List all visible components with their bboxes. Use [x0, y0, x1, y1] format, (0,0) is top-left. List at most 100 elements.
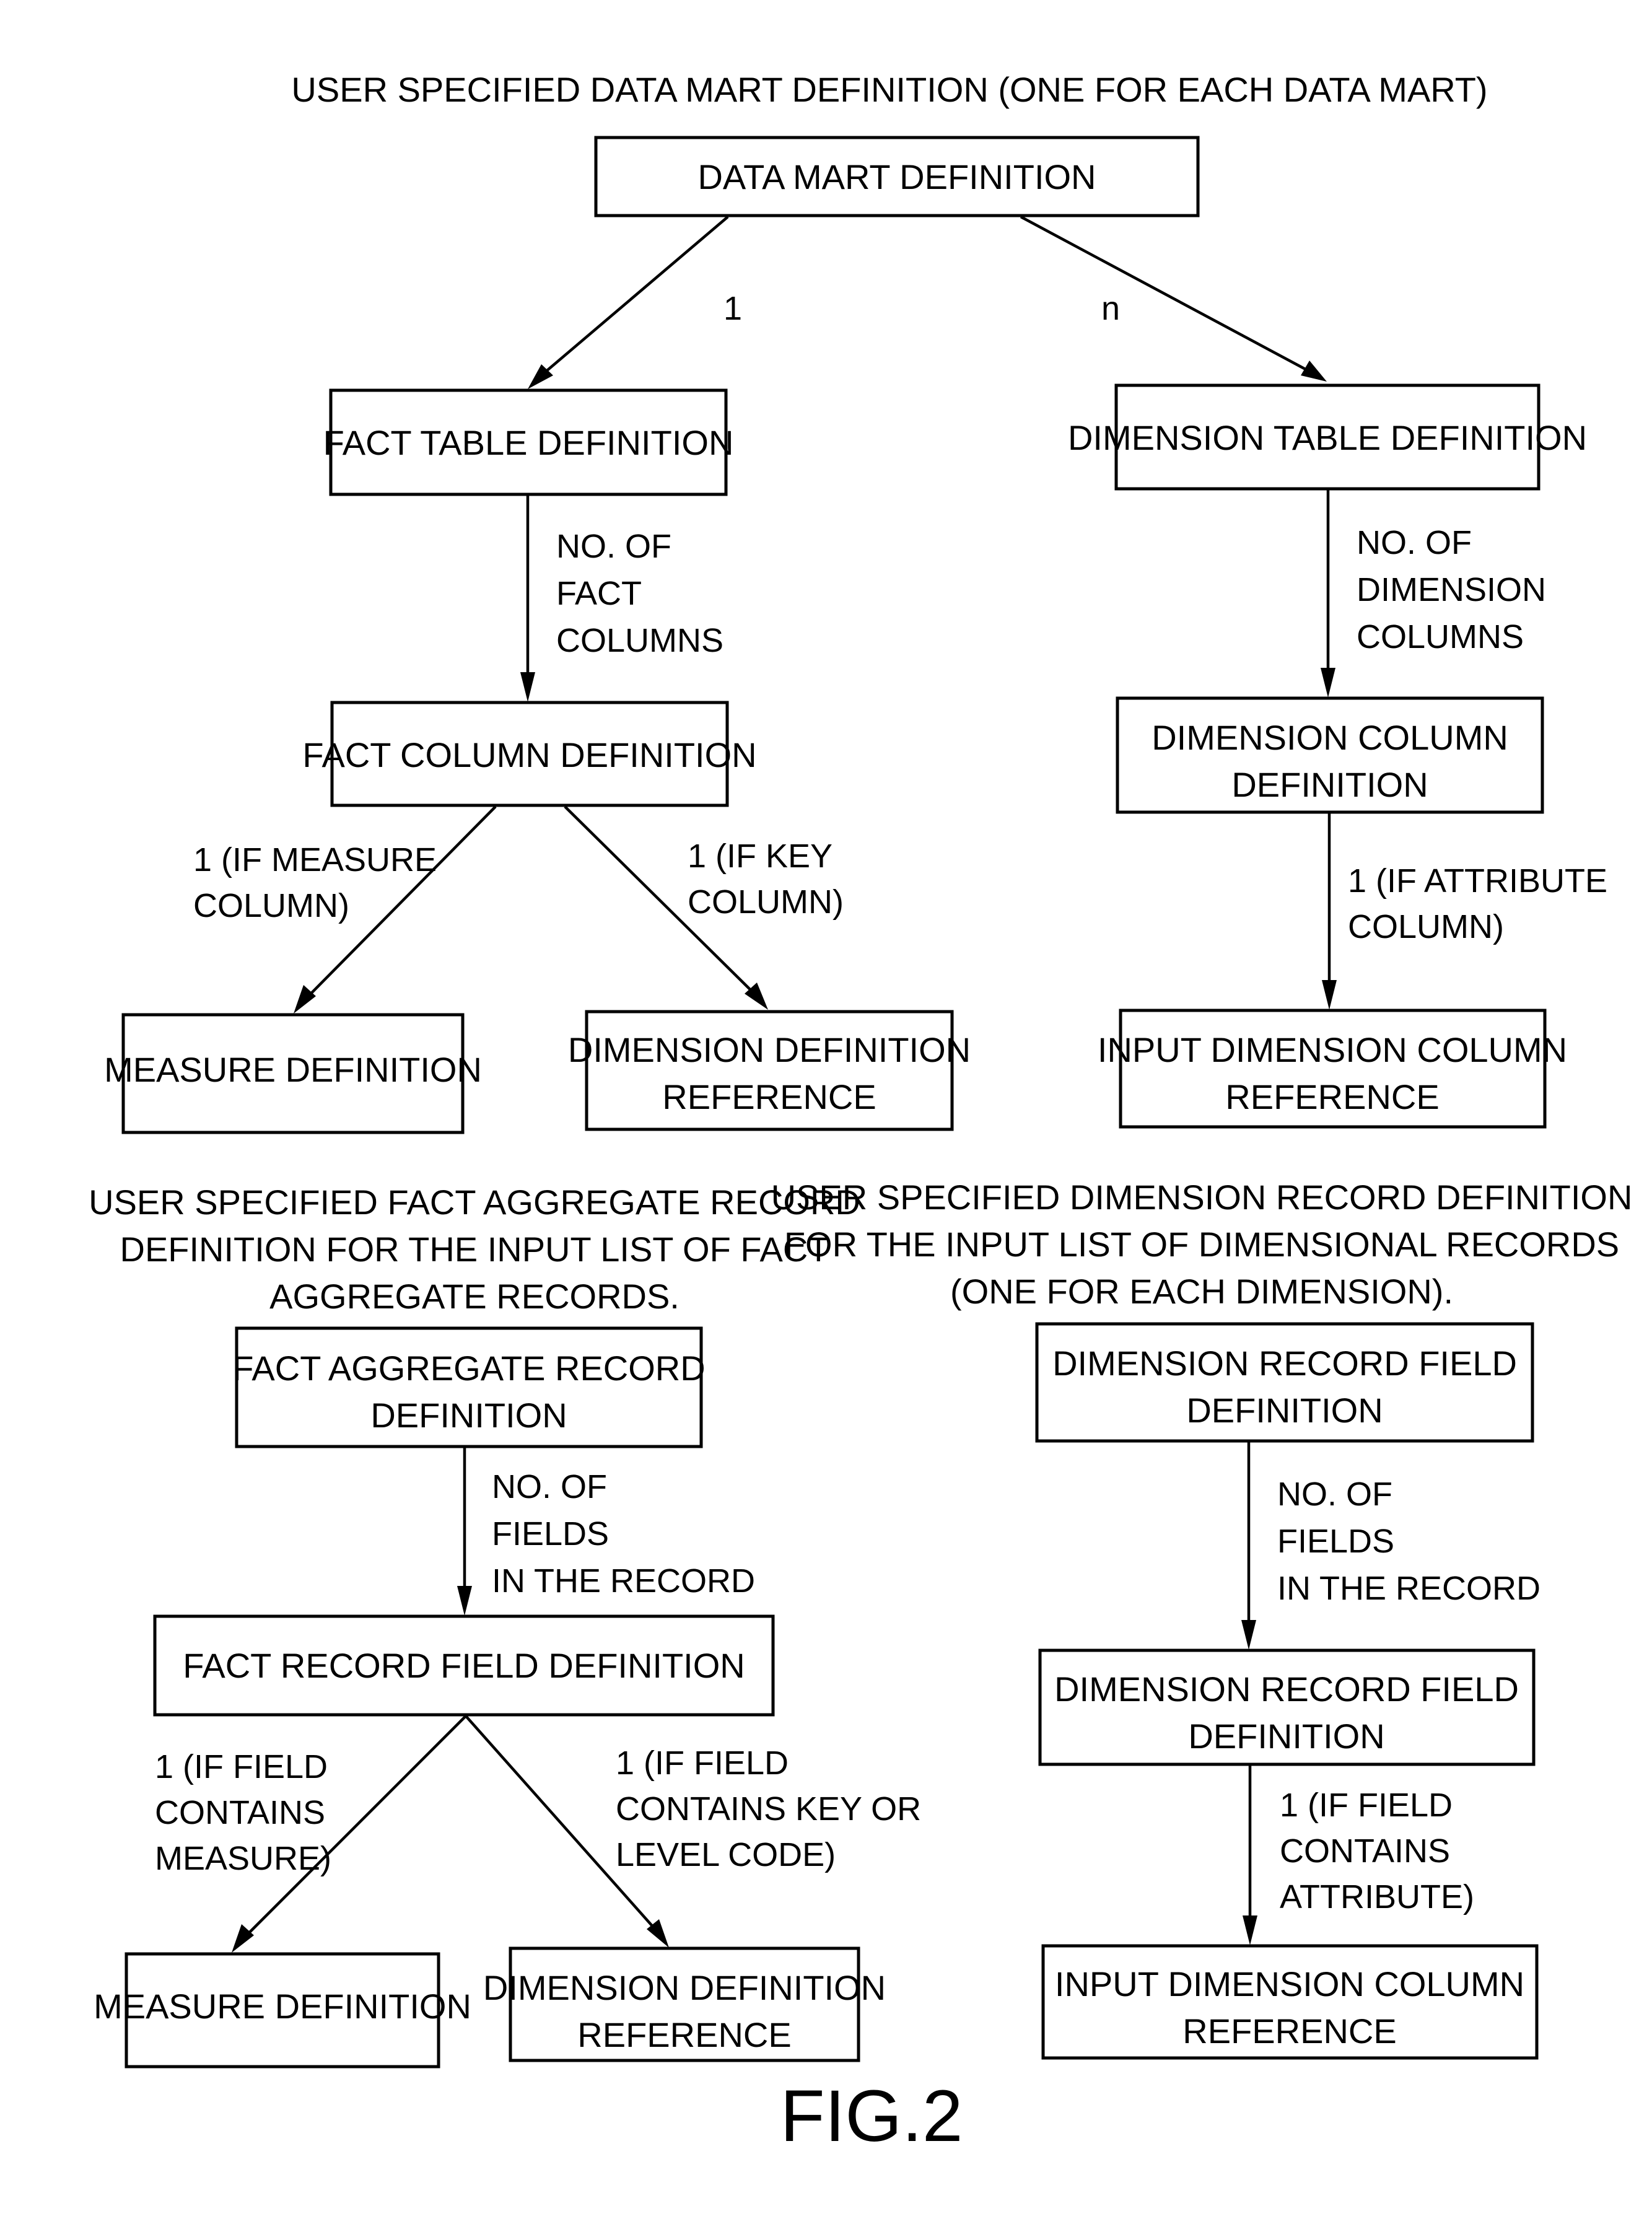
text-line: USER SPECIFIED FACT AGGREGATE RECORD — [89, 1183, 860, 1222]
caption-fact-aggregate: USER SPECIFIED FACT AGGREGATE RECORD DEFI… — [89, 1183, 860, 1316]
figure-label: FIG.2 — [780, 2075, 963, 2157]
node-input-dimension-column-reference[interactable]: INPUT DIMENSION COLUMN REFERENCE — [1098, 1009, 1567, 1129]
arrowhead-icon — [1243, 1915, 1257, 1945]
text-line: FIELDS — [1277, 1523, 1394, 1560]
arrowhead-icon — [1241, 1620, 1256, 1650]
node-input-dimension-column-reference-2[interactable]: INPUT DIMENSION COLUMN REFERENCE — [1041, 1944, 1539, 2060]
text-line: FACT RECORD FIELD DEFINITION — [183, 1646, 745, 1685]
edge-label-if-field-contains-measure: 1 (IF FIELD CONTAINS MEASURE) — [155, 1748, 331, 1877]
text-line: NO. OF — [1277, 1476, 1392, 1513]
text-line: USER SPECIFIED DIMENSION RECORD DEFINITI… — [771, 1178, 1633, 1217]
text-line: CONTAINS — [155, 1794, 325, 1831]
text-line: (ONE FOR EACH DIMENSION). — [950, 1272, 1453, 1311]
text-line: FACT COLUMN DEFINITION — [302, 735, 756, 774]
arrowhead-icon — [457, 1586, 472, 1616]
node-dimension-record-field-definition[interactable]: DIMENSION RECORD FIELD DEFINITION — [1038, 1648, 1536, 1766]
node-measure-definition[interactable]: MEASURE DEFINITION — [104, 1013, 482, 1134]
node-label: MEASURE DEFINITION — [104, 1050, 482, 1089]
node-fact-column-definition[interactable]: FACT COLUMN DEFINITION — [302, 701, 757, 807]
edge-label-if-key-column: 1 (IF KEY COLUMN) — [688, 838, 844, 921]
text-line: DIMENSION — [1357, 571, 1546, 608]
text-line: MEASURE) — [155, 1840, 331, 1877]
node-label: FACT TABLE DEFINITION — [323, 423, 734, 462]
caption-dimension-record: USER SPECIFIED DIMENSION RECORD DEFINITI… — [771, 1178, 1633, 1311]
text-line: 1 (IF FIELD — [1280, 1787, 1453, 1824]
text-line: CONTAINS KEY OR — [616, 1790, 921, 1828]
edge-label-if-measure-column: 1 (IF MEASURE COLUMN) — [193, 841, 437, 924]
text-line: DEFINITION — [1186, 1391, 1383, 1430]
text-line: 1 (IF MEASURE — [193, 841, 437, 878]
text-line: CONTAINS — [1280, 1832, 1450, 1870]
node-data-mart-definition[interactable]: DATA MART DEFINITION — [594, 136, 1200, 217]
text-line: NO. OF — [556, 528, 671, 565]
text-line: COLUMNS — [1357, 618, 1524, 655]
node-label: FACT COLUMN DEFINITION — [302, 735, 756, 774]
node-measure-definition-2[interactable]: MEASURE DEFINITION — [94, 1952, 471, 2069]
section-data-mart: USER SPECIFIED DATA MART DEFINITION (ONE… — [104, 70, 1607, 1134]
text-line: INPUT DIMENSION COLUMN — [1098, 1030, 1567, 1069]
text-line: COLUMN) — [193, 887, 349, 924]
text-line: REFERENCE — [1182, 2012, 1396, 2051]
text-line: INPUT DIMENSION COLUMN — [1055, 1964, 1524, 2003]
edge-label-if-field-contains-key: 1 (IF FIELD CONTAINS KEY OR LEVEL CODE) — [616, 1745, 921, 1873]
text-line: DIMENSION COLUMN — [1152, 718, 1508, 757]
text-line: DEFINITION — [1231, 765, 1428, 804]
node-fact-record-field-definition[interactable]: FACT RECORD FIELD DEFINITION — [153, 1614, 775, 1717]
text-line: REFERENCE — [577, 2015, 791, 2054]
node-dimension-table-definition[interactable]: DIMENSION TABLE DEFINITION — [1068, 383, 1587, 491]
node-fact-aggregate-record-definition[interactable]: FACT AGGREGATE RECORD DEFINITION — [232, 1326, 706, 1448]
node-dimension-column-definition[interactable]: DIMENSION COLUMN DEFINITION — [1116, 696, 1544, 814]
text-line: DIMENSION DEFINITION — [483, 1968, 886, 2007]
text-line: COLUMNS — [556, 622, 723, 659]
text-line: 1 (IF FIELD — [616, 1745, 789, 1782]
edge-data-mart-to-dimension-table — [1020, 216, 1327, 382]
edge-fact-table-to-fact-column — [520, 496, 535, 702]
text-line: COLUMN) — [1348, 908, 1504, 945]
text-line: USER SPECIFIED DATA MART DEFINITION (ONE… — [291, 70, 1487, 109]
text-line: AGGREGATE RECORDS. — [269, 1277, 680, 1316]
edge-dimension-column-to-input-reference — [1322, 813, 1337, 1010]
edge-fact-aggregate-to-fact-record-field — [457, 1448, 472, 1616]
node-dimension-record-field-definition-top[interactable]: DIMENSION RECORD FIELD DEFINITION — [1035, 1322, 1534, 1443]
text-line: DIMENSION TABLE DEFINITION — [1068, 418, 1587, 457]
node-dimension-definition-reference-2[interactable]: DIMENSION DEFINITION REFERENCE — [483, 1946, 886, 2062]
text-line: FACT AGGREGATE RECORD — [232, 1349, 705, 1388]
text-line: ATTRIBUTE) — [1280, 1878, 1474, 1915]
edge-dimension-record-to-record-field — [1241, 1442, 1256, 1650]
arrowhead-icon — [1321, 668, 1335, 698]
edge-label-if-attribute-column: 1 (IF ATTRIBUTE COLUMN) — [1348, 862, 1607, 945]
text-line: MEASURE DEFINITION — [94, 1987, 471, 2026]
edge-dimension-table-to-dimension-column — [1321, 490, 1335, 698]
node-fact-table-definition[interactable]: FACT TABLE DEFINITION — [323, 388, 734, 496]
edge-label-fields-in-record-right: NO. OF FIELDS IN THE RECORD — [1277, 1476, 1541, 1607]
section-dimension-record: USER SPECIFIED DIMENSION RECORD DEFINITI… — [771, 1178, 1633, 2060]
node-label: MEASURE DEFINITION — [94, 1987, 471, 2026]
text-line: FACT TABLE DEFINITION — [323, 423, 734, 462]
text-line: DIMENSION DEFINITION — [568, 1030, 971, 1069]
text-line: IN THE RECORD — [1277, 1570, 1541, 1607]
text-line: IN THE RECORD — [492, 1562, 755, 1600]
text-line: FOR THE INPUT LIST OF DIMENSIONAL RECORD… — [784, 1225, 1619, 1264]
edge-label-fields-in-record-left: NO. OF FIELDS IN THE RECORD — [492, 1468, 755, 1600]
text-line: DIMENSION RECORD FIELD — [1052, 1344, 1517, 1383]
arrowhead-icon — [1322, 980, 1337, 1010]
text-line: NO. OF — [492, 1468, 607, 1505]
text-line: DEFINITION FOR THE INPUT LIST OF FACT — [120, 1230, 829, 1269]
edge-label-n: n — [1101, 290, 1120, 327]
text-line: NO. OF — [1357, 524, 1472, 561]
text-line: 1 (IF FIELD — [155, 1748, 328, 1785]
fig2-diagram: USER SPECIFIED DATA MART DEFINITION (ONE… — [89, 70, 1633, 2157]
text-line: FIELDS — [492, 1515, 609, 1552]
node-label: DIMENSION TABLE DEFINITION — [1068, 418, 1587, 457]
caption-data-mart: USER SPECIFIED DATA MART DEFINITION (ONE… — [291, 70, 1487, 109]
node-label: FACT RECORD FIELD DEFINITION — [183, 1646, 745, 1685]
text-line: REFERENCE — [1225, 1077, 1439, 1116]
node-label: DATA MART DEFINITION — [697, 157, 1096, 196]
text-line: FACT — [556, 575, 642, 612]
edge-label-fact-columns: NO. OF FACT COLUMNS — [556, 528, 723, 659]
node-dimension-definition-reference[interactable]: DIMENSION DEFINITION REFERENCE — [568, 1010, 971, 1131]
arrowhead-icon — [1301, 361, 1327, 382]
text-line: 1 (IF ATTRIBUTE — [1348, 862, 1607, 900]
edge-label-one: 1 — [723, 290, 742, 327]
arrowhead-icon — [232, 1924, 254, 1953]
